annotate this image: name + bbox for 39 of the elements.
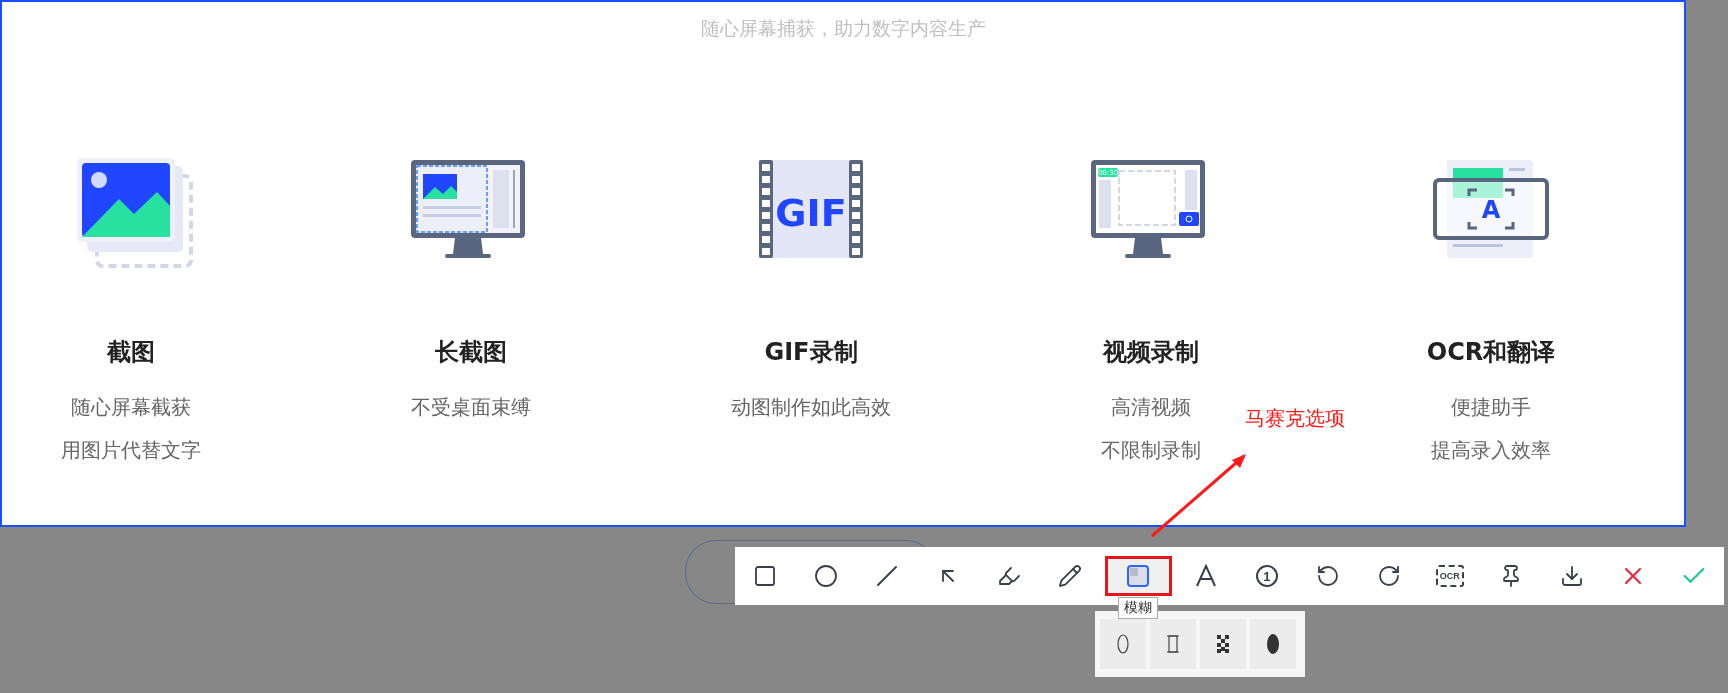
tool-button[interactable]: OCR [1419, 547, 1481, 605]
line-icon [876, 565, 899, 587]
mosaic-icon [1216, 634, 1230, 654]
feature-description: 高清视频 [1111, 394, 1191, 421]
highlighter-icon [997, 564, 1022, 588]
feature-title: OCR和翻译 [1426, 337, 1556, 368]
feature-description: 随心屏幕截获 [71, 394, 191, 421]
feature-title: 长截图 [435, 337, 507, 368]
circle-icon [814, 564, 839, 588]
feature-description: 提高录入效率 [1431, 437, 1551, 464]
blur-option-button[interactable] [1200, 619, 1246, 669]
feature-description: 用图片代替文字 [61, 437, 201, 464]
redo-icon [1376, 564, 1401, 588]
tooltip: 模糊 [1118, 597, 1158, 619]
oval-icon [1117, 634, 1129, 654]
tagline: 随心屏幕捕获，助力数字内容生产 [700, 16, 986, 41]
tool-button[interactable]: 1 [1236, 547, 1298, 605]
square-icon [753, 564, 778, 588]
ocr-icon: OCR [1435, 565, 1464, 587]
letter-label: A [1481, 196, 1501, 224]
feature-description: 动图制作如此高效 [731, 394, 891, 421]
feature-title: GIF录制 [764, 337, 858, 368]
blur-icon [1126, 564, 1151, 588]
step-number-icon: 1 [1255, 565, 1278, 587]
undo-icon [1315, 564, 1340, 588]
feature-title: 截图 [107, 337, 155, 368]
feature-description: 便捷助手 [1451, 394, 1531, 421]
feature-title: 视频录制 [1103, 337, 1199, 368]
feature-description: 不受桌面束缚 [411, 394, 531, 421]
frame-icon [1166, 633, 1180, 655]
download-icon [1559, 564, 1584, 588]
annotation-label: 马赛克选项 [1245, 405, 1345, 432]
smudge-icon [1266, 633, 1280, 655]
pencil-icon [1058, 564, 1083, 588]
gif-label: GIF [775, 191, 847, 235]
tool-button[interactable] [1104, 556, 1172, 596]
letter-icon [1194, 564, 1219, 588]
blur-option-button[interactable] [1250, 619, 1296, 669]
feature-description: 不限制录制 [1101, 437, 1201, 464]
